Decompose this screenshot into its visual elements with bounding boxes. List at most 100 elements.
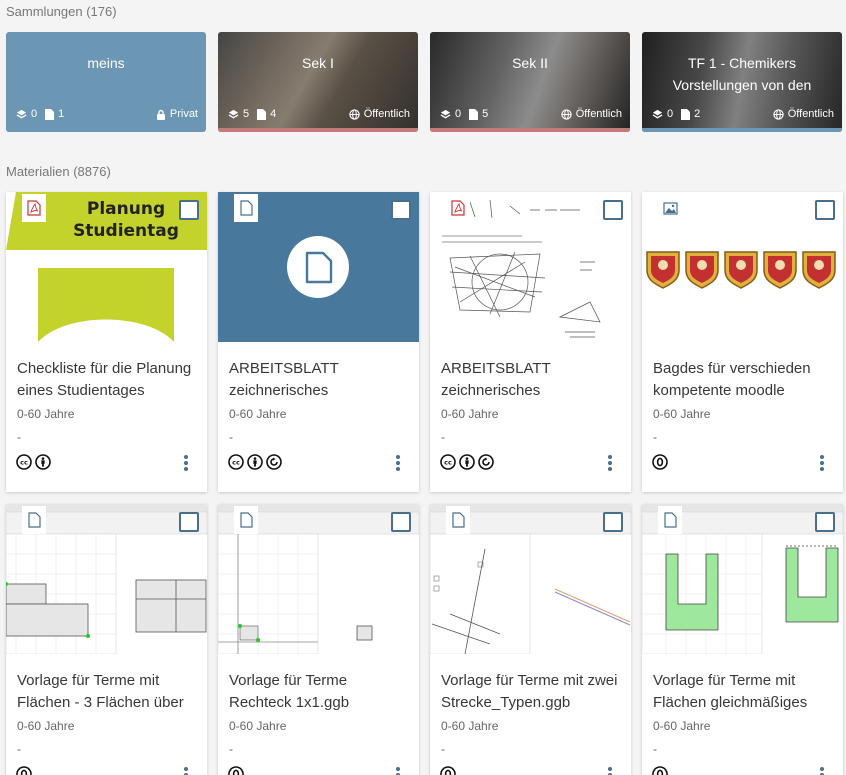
collection-card-meins[interactable]: meins 0 1 Privat <box>6 32 206 132</box>
license-icons <box>16 766 35 775</box>
file-icon <box>663 512 677 528</box>
svg-text:cc: cc <box>20 459 28 467</box>
license-icons: cc <box>228 454 285 470</box>
more-menu-icon[interactable] <box>607 766 613 775</box>
file-icon <box>239 512 253 528</box>
file-icon <box>239 200 253 216</box>
file-icon <box>27 512 41 528</box>
scope-badge: Öffentlich <box>349 108 410 120</box>
preview-heading: Planung Studientag <box>73 199 179 241</box>
by-icon <box>35 454 51 470</box>
more-menu-icon[interactable] <box>395 766 401 775</box>
type-badge <box>22 506 46 534</box>
globe-icon <box>561 108 572 120</box>
select-checkbox[interactable] <box>179 200 199 220</box>
layers-icon <box>440 109 451 118</box>
material-card[interactable]: Vorlage für Terme mit Flächen gleichmäßi… <box>642 504 843 775</box>
meta-placeholder: - <box>441 742 445 756</box>
license-icons <box>228 766 247 775</box>
select-checkbox[interactable] <box>179 512 199 532</box>
cc0-icon <box>652 766 668 775</box>
select-checkbox[interactable] <box>603 200 623 220</box>
material-card[interactable]: ARBEITSBLATT zeichnerisches 0-60 Jahre -… <box>430 192 631 492</box>
type-badge <box>234 506 258 534</box>
document-icon <box>45 108 55 120</box>
collection-card-sek-i[interactable]: Sek I 5 4 Öffentlich <box>218 32 418 132</box>
cc-icon: cc <box>228 454 244 470</box>
collection-card-sek-ii[interactable]: Sek II 0 5 Öffentlich <box>430 32 630 132</box>
cc0-icon <box>652 454 668 470</box>
layers-icon <box>16 109 27 118</box>
material-card[interactable]: Vorlage für Terme mit Flächen - 3 Fläche… <box>6 504 207 775</box>
material-card[interactable]: Planung Studientag Checkliste für die Pl… <box>6 192 207 492</box>
subcollection-count: 0 <box>652 108 673 120</box>
sa-icon <box>266 454 282 470</box>
scope-badge: Privat <box>156 108 198 120</box>
type-badge <box>446 506 470 534</box>
age-range: 0-60 Jahre <box>441 719 499 733</box>
select-checkbox[interactable] <box>815 512 835 532</box>
image-icon <box>662 201 678 215</box>
material-title[interactable]: ARBEITSBLATT zeichnerisches <box>229 358 411 402</box>
type-badge <box>446 194 470 222</box>
document-icon <box>257 108 267 120</box>
age-range: 0-60 Jahre <box>441 407 499 421</box>
svg-text:cc: cc <box>444 459 452 467</box>
meta-placeholder: - <box>229 742 233 756</box>
collection-card-tf1[interactable]: TF 1 - Chemikers Vorstellungen von den 0… <box>642 32 842 132</box>
subcollection-count: 5 <box>228 108 249 120</box>
material-title[interactable]: Vorlage für Terme Rechteck 1x1.ggb <box>229 670 411 714</box>
collection-title: Sek I <box>302 55 334 71</box>
age-range: 0-60 Jahre <box>653 719 711 733</box>
select-checkbox[interactable] <box>391 200 411 220</box>
license-icons <box>652 766 671 775</box>
pdf-icon <box>27 200 41 216</box>
material-title[interactable]: Vorlage für Terme mit zwei Strecke_Typen… <box>441 670 623 714</box>
type-badge <box>658 194 682 222</box>
meta-placeholder: - <box>653 742 657 756</box>
material-title[interactable]: Vorlage für Terme mit Flächen gleichmäßi… <box>653 670 835 714</box>
material-title[interactable]: Checkliste für die Planung eines Studien… <box>17 358 199 402</box>
material-title[interactable]: Bagdes für verschieden kompetente moodle <box>653 358 835 402</box>
material-card[interactable]: ARBEITSBLATT zeichnerisches 0-60 Jahre -… <box>218 192 419 492</box>
by-icon <box>459 454 475 470</box>
age-range: 0-60 Jahre <box>229 407 287 421</box>
subcollection-count: 0 <box>16 108 37 120</box>
meta-placeholder: - <box>17 742 21 756</box>
cc-icon: cc <box>16 454 32 470</box>
meta-placeholder: - <box>17 430 21 444</box>
more-menu-icon[interactable] <box>819 766 825 775</box>
age-range: 0-60 Jahre <box>653 407 711 421</box>
document-icon <box>681 108 691 120</box>
type-badge <box>658 506 682 534</box>
cc0-icon <box>16 766 32 775</box>
more-menu-icon[interactable] <box>819 454 825 472</box>
globe-icon <box>773 108 784 120</box>
select-checkbox[interactable] <box>603 512 623 532</box>
globe-icon <box>349 108 360 120</box>
lock-icon <box>156 109 165 120</box>
select-checkbox[interactable] <box>815 200 835 220</box>
material-card[interactable]: Vorlage für Terme Rechteck 1x1.ggb 0-60 … <box>218 504 419 775</box>
layers-icon <box>652 109 663 118</box>
age-range: 0-60 Jahre <box>229 719 287 733</box>
cc-icon: cc <box>440 454 456 470</box>
more-menu-icon[interactable] <box>395 454 401 472</box>
pdf-icon <box>451 200 465 216</box>
more-menu-icon[interactable] <box>183 766 189 775</box>
more-menu-icon[interactable] <box>183 454 189 472</box>
sa-icon <box>478 454 494 470</box>
select-checkbox[interactable] <box>391 512 411 532</box>
material-title[interactable]: ARBEITSBLATT zeichnerisches <box>441 358 623 402</box>
collection-title: Sek II <box>512 55 548 71</box>
material-title[interactable]: Vorlage für Terme mit Flächen - 3 Fläche… <box>17 670 199 714</box>
material-card[interactable]: Bagdes für verschieden kompetente moodle… <box>642 192 843 492</box>
material-card[interactable]: Vorlage für Terme mit zwei Strecke_Typen… <box>430 504 631 775</box>
age-range: 0-60 Jahre <box>17 719 75 733</box>
material-count: 4 <box>257 108 276 120</box>
collection-title: meins <box>87 55 125 71</box>
license-icons <box>440 766 459 775</box>
scope-badge: Öffentlich <box>773 108 834 120</box>
more-menu-icon[interactable] <box>607 454 613 472</box>
material-count: 5 <box>469 108 488 120</box>
